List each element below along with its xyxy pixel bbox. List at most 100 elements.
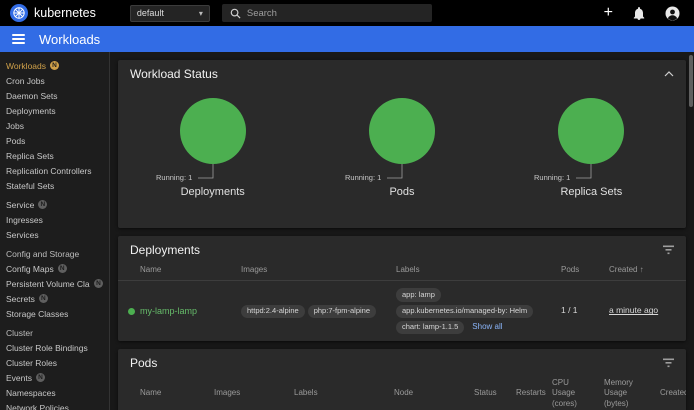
filter-button[interactable] bbox=[663, 245, 674, 255]
label-chip: app.kubernetes.io/managed-by: Helm bbox=[396, 305, 533, 318]
sidebar-item-label: Config Maps bbox=[6, 264, 54, 274]
column-header-node[interactable]: Node bbox=[386, 373, 466, 410]
pods-table: NameImagesLabelsNodeStatusRestartsCPU Us… bbox=[118, 373, 686, 410]
search-icon bbox=[230, 8, 241, 19]
chevron-up-icon bbox=[664, 71, 674, 77]
sidebar-item-label: Ingresses bbox=[6, 215, 43, 225]
column-header-images[interactable]: Images bbox=[233, 260, 388, 281]
column-header-pods[interactable]: Pods bbox=[553, 260, 601, 281]
pie-chart: Running: 1 bbox=[124, 86, 302, 186]
sidebar-item-persistent-volume-claims[interactable]: Persistent Volume Claims N bbox=[0, 276, 109, 291]
chart-title: Deployments bbox=[181, 186, 245, 198]
sidebar-item-label: Deployments bbox=[6, 106, 56, 116]
notifications-icon[interactable] bbox=[633, 7, 645, 20]
menu-icon[interactable] bbox=[12, 34, 25, 44]
column-header-created[interactable]: Created ↑ bbox=[652, 373, 686, 410]
pods-header: Pods bbox=[118, 349, 686, 373]
sidebar-item-cron-jobs[interactable]: Cron Jobs bbox=[0, 73, 109, 88]
sidebar-item-service[interactable]: ServiceN bbox=[0, 197, 109, 212]
kubernetes-logo[interactable]: kubernetes bbox=[10, 4, 96, 22]
sidebar-item-replica-sets[interactable]: Replica Sets bbox=[0, 148, 109, 163]
label-line: chart: lamp-1.1.5Show all bbox=[396, 320, 545, 335]
sidebar-item-label: Persistent Volume Claims bbox=[6, 279, 90, 289]
table-header-row: NameImagesLabelsNodeStatusRestartsCPU Us… bbox=[118, 373, 686, 410]
pods-card: Pods NameImagesLabelsNodeStatusRestartsC… bbox=[118, 349, 686, 410]
search-input[interactable] bbox=[247, 8, 424, 19]
filter-icon bbox=[663, 358, 674, 368]
sidebar-item-label: Namespaces bbox=[6, 388, 56, 398]
table-head: NameImagesLabelsNodeStatusRestartsCPU Us… bbox=[118, 373, 686, 410]
sidebar-item-label: Cluster Roles bbox=[6, 358, 57, 368]
sidebar-item-stateful-sets[interactable]: Stateful Sets bbox=[0, 178, 109, 193]
chart-legend: Running: 1 bbox=[345, 173, 381, 182]
sidebar-item-network-policies[interactable]: Network Policies bbox=[0, 400, 109, 410]
content-area: Workload Status Running: 1DeploymentsRun… bbox=[110, 52, 694, 410]
sidebar-item-storage-classes[interactable]: Storage Classes bbox=[0, 306, 109, 321]
column-header-name[interactable]: Name bbox=[118, 373, 206, 410]
sidebar-item-jobs[interactable]: Jobs bbox=[0, 118, 109, 133]
column-header-name[interactable]: Name bbox=[118, 260, 233, 281]
create-resource-icon[interactable]: + bbox=[604, 6, 613, 20]
sidebar-item-label: Events bbox=[6, 373, 32, 383]
namespace-selector[interactable]: default ▾ bbox=[130, 5, 210, 22]
label-chip: app: lamp bbox=[396, 288, 441, 301]
workload-chart-replica-sets: Running: 1Replica Sets bbox=[497, 86, 686, 198]
account-icon[interactable] bbox=[665, 6, 680, 21]
workload-status-title: Workload Status bbox=[130, 67, 218, 81]
label-line: app.kubernetes.io/managed-by: Helm bbox=[396, 304, 545, 319]
column-header-status[interactable]: Status bbox=[466, 373, 508, 410]
sidebar-item-label: Jobs bbox=[6, 121, 24, 131]
sidebar-item-cluster-roles[interactable]: Cluster Roles bbox=[0, 355, 109, 370]
image-chip: php:7-fpm-alpine bbox=[308, 305, 376, 318]
sidebar-item-label: Cluster Role Bindings bbox=[6, 343, 88, 353]
workload-status-card: Workload Status Running: 1DeploymentsRun… bbox=[118, 60, 686, 228]
column-header-restarts[interactable]: Restarts bbox=[508, 373, 544, 410]
sidebar-item-replication-controllers[interactable]: Replication Controllers bbox=[0, 163, 109, 178]
column-header-memory-usage-bytes[interactable]: Memory Usage (bytes) bbox=[596, 373, 652, 410]
labels-cell: app: lamp app.kubernetes.io/managed-by: H… bbox=[388, 281, 553, 341]
scrollbar-thumb[interactable] bbox=[689, 55, 693, 107]
show-all-link[interactable]: Show all bbox=[472, 322, 502, 331]
column-header-labels[interactable]: Labels bbox=[286, 373, 386, 410]
brand-name: kubernetes bbox=[34, 6, 96, 20]
column-header-images[interactable]: Images bbox=[206, 373, 286, 410]
sidebar-item-label: Secrets bbox=[6, 294, 35, 304]
sidebar-item-pods[interactable]: Pods bbox=[0, 133, 109, 148]
deployments-header: Deployments bbox=[118, 236, 686, 260]
sidebar-item-config-maps[interactable]: Config MapsN bbox=[0, 261, 109, 276]
images-cell: httpd:2.4-alpinephp:7-fpm-alpine bbox=[233, 281, 388, 341]
deployment-name-link[interactable]: my-lamp-lamp bbox=[140, 305, 197, 317]
column-header-created[interactable]: Created ↑ bbox=[601, 260, 686, 281]
status-running-icon bbox=[128, 308, 135, 315]
sidebar-item-ingresses[interactable]: Ingresses bbox=[0, 212, 109, 227]
namespaced-badge: N bbox=[36, 373, 45, 382]
top-app-bar: kubernetes default ▾ + bbox=[0, 0, 694, 26]
column-header-labels[interactable]: Labels bbox=[388, 260, 553, 281]
sidebar-item-label: Cluster bbox=[6, 328, 33, 338]
namespaced-badge: N bbox=[94, 279, 103, 288]
pods-title: Pods bbox=[130, 356, 157, 370]
collapse-section-button[interactable] bbox=[664, 71, 674, 77]
created-cell: a minute ago bbox=[601, 281, 686, 341]
sidebar-item-daemon-sets[interactable]: Daemon Sets bbox=[0, 88, 109, 103]
workload-chart-pods: Running: 1 Pods bbox=[307, 86, 496, 198]
sidebar-item-label: Workloads bbox=[6, 61, 46, 71]
name-wrap: my-lamp-lamp bbox=[128, 305, 225, 317]
sidebar-item-label: Pods bbox=[6, 136, 25, 146]
sidebar-item-deployments[interactable]: Deployments bbox=[0, 103, 109, 118]
sidebar-item-secrets[interactable]: SecretsN bbox=[0, 291, 109, 306]
sidebar-item-namespaces[interactable]: Namespaces bbox=[0, 385, 109, 400]
filter-button[interactable] bbox=[663, 358, 674, 368]
workload-status-charts: Running: 1DeploymentsRunning: 1PodsRunni… bbox=[118, 86, 686, 198]
sidebar-item-services[interactable]: Services bbox=[0, 227, 109, 242]
sidebar-item-label: Daemon Sets bbox=[6, 91, 58, 101]
sidebar-item-events[interactable]: Events N bbox=[0, 370, 109, 385]
pie-chart: Running: 1 bbox=[502, 86, 680, 186]
search-box[interactable] bbox=[222, 4, 432, 22]
sidebar-item-config-and-storage: Config and Storage bbox=[0, 246, 109, 261]
sidebar-item-workloads[interactable]: WorkloadsN bbox=[0, 58, 109, 73]
chart-title: Pods bbox=[389, 186, 414, 198]
chevron-down-icon: ▾ bbox=[199, 9, 203, 18]
sidebar-item-cluster-role-bindings[interactable]: Cluster Role Bindings bbox=[0, 340, 109, 355]
column-header-cpu-usage-cores[interactable]: CPU Usage (cores) bbox=[544, 373, 596, 410]
